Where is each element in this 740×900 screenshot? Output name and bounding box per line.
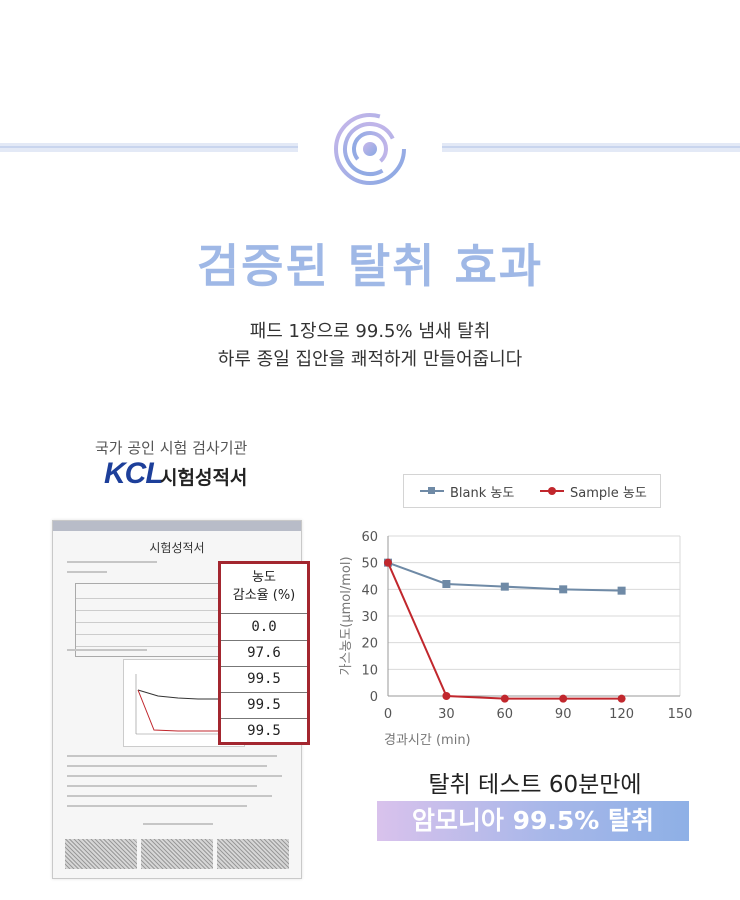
document-seal-pattern (65, 839, 137, 869)
x-tick-label: 120 (609, 707, 634, 722)
legend-swatch-sample (540, 485, 564, 497)
legend-label-blank: Blank 농도 (450, 485, 515, 501)
subtitle-line-2: 하루 종일 집안을 쾌적하게 만들어줍니다 (217, 349, 523, 370)
swirl-icon (334, 113, 406, 185)
series-1-point (442, 692, 451, 700)
document-text-line (67, 561, 157, 563)
y-tick-label: 0 (370, 690, 378, 705)
decorative-line-left (0, 143, 298, 152)
x-tick-label: 60 (497, 707, 514, 722)
series-0-point (617, 586, 626, 595)
document-header-strip (53, 521, 301, 531)
agency-label: 국가 공인 시험 검사기관 (95, 439, 248, 457)
y-tick-label: 60 (361, 530, 378, 545)
y-tick-label: 50 (361, 557, 378, 572)
report-label: 시험성적서 (160, 467, 248, 489)
document-text-line (67, 571, 107, 573)
reduction-rate-cell: 97.6 (221, 640, 307, 667)
reduction-rate-header: 농도 감소율 (%) (221, 564, 307, 614)
series-1-point (384, 558, 392, 567)
document-text-line (67, 775, 282, 777)
reduction-rate-cell: 99.5 (221, 666, 307, 693)
series-0-point (559, 585, 568, 594)
document-text-line (143, 823, 213, 825)
document-text-line (67, 765, 267, 767)
legend-swatch-blank (420, 485, 444, 497)
x-tick-label: 30 (438, 707, 455, 722)
kcl-logo: KCL (104, 457, 164, 491)
chart-legend: Blank 농도 Sample 농도 (403, 474, 661, 508)
page-title: 검증된 탈취 효과 (196, 239, 544, 293)
document-seal-pattern (217, 839, 289, 869)
kcl-logo-text: KCL (104, 457, 164, 490)
y-tick-label: 30 (361, 610, 378, 625)
subtitle-line-1: 패드 1장으로 99.5% 냄새 탈취 (249, 321, 491, 342)
reduction-rate-cell: 99.5 (247, 723, 281, 739)
series-1-point (500, 694, 509, 703)
x-axis-label: 경과시간 (min) (384, 733, 471, 748)
document-text-line (67, 795, 272, 797)
result-caption: 탈취 테스트 60분만에 (428, 772, 642, 798)
decorative-line-right (442, 143, 740, 152)
series-0-point (442, 580, 451, 588)
document-text-line (67, 649, 147, 651)
reduction-rate-header-line2: 감소율 (%) (232, 588, 296, 603)
x-tick-label: 0 (384, 707, 392, 722)
x-tick-label: 90 (555, 707, 572, 722)
document-text-line (67, 805, 247, 807)
reduction-rate-header-line1: 농도 (252, 570, 276, 585)
y-tick-label: 40 (361, 583, 378, 598)
document-seal-pattern (141, 839, 213, 869)
series-1-point (559, 694, 568, 703)
gas-concentration-chart: 0 10 20 30 40 50 60 0 30 60 90 120 150 경과시간 (min) 가스농도… (339, 530, 693, 748)
y-axis-label: 가스농도(µmol/mol) (339, 556, 354, 675)
legend-item-blank: Blank 농도 (420, 475, 514, 507)
document-text-line (67, 755, 277, 757)
series-1-point (617, 694, 626, 703)
x-tick-label: 150 (668, 707, 693, 722)
result-banner: 암모니아 99.5% 탈취 (377, 801, 689, 841)
document-text-line (67, 785, 257, 787)
series-0-point (500, 582, 509, 591)
legend-label-sample: Sample 농도 (570, 485, 647, 501)
document-title: 시험성적서 (149, 541, 205, 555)
legend-item-sample: Sample 농도 (540, 475, 647, 507)
reduction-rate-cell: 99.5 (221, 692, 307, 719)
reduction-rate-cell: 0.0 (221, 614, 307, 641)
y-tick-label: 20 (361, 637, 378, 652)
reduction-rate-table: 농도 감소율 (%) 0.0 97.6 99.5 99.5 99.5 (218, 561, 310, 745)
y-tick-label: 10 (361, 663, 378, 678)
